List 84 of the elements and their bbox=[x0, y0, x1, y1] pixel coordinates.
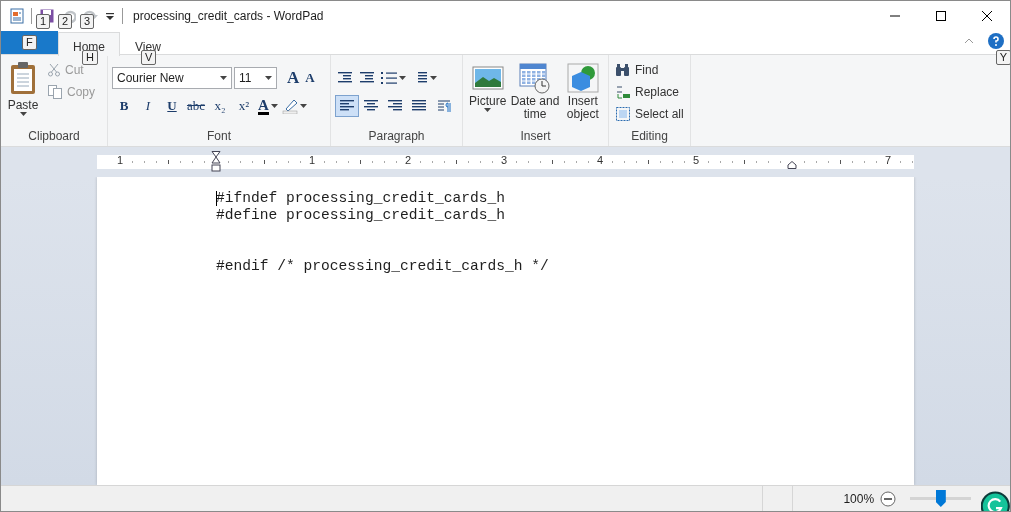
undo-button[interactable]: 2 bbox=[60, 5, 78, 27]
ruler-number: 7 bbox=[884, 154, 892, 166]
font-family-dropdown[interactable]: Courier New bbox=[112, 67, 232, 89]
text-line: #define processing_credit_cards_h bbox=[216, 207, 506, 224]
bold-button[interactable]: B bbox=[112, 95, 136, 117]
keytip: F bbox=[22, 35, 37, 50]
indent-marker[interactable] bbox=[211, 151, 221, 173]
find-button[interactable]: Find bbox=[613, 59, 686, 81]
replace-icon bbox=[615, 84, 631, 100]
keytip: Y bbox=[995, 50, 1010, 65]
maximize-icon bbox=[936, 11, 946, 21]
keytip: 1 bbox=[36, 14, 51, 29]
font-size-dropdown[interactable]: 11 bbox=[234, 67, 277, 89]
zoom-level: 100% bbox=[843, 491, 875, 506]
landscape-icon bbox=[471, 64, 504, 92]
wordpad-icon bbox=[9, 8, 25, 24]
keytip: H bbox=[82, 50, 98, 65]
group-label: Clipboard bbox=[27, 128, 81, 145]
shrink-font-button[interactable]: A bbox=[303, 70, 317, 86]
keytip: 2 bbox=[58, 14, 73, 29]
group-label: Font bbox=[206, 128, 232, 145]
caret-icon bbox=[299, 104, 307, 108]
decrease-indent-icon bbox=[337, 71, 353, 85]
ruler-number: 5 bbox=[692, 154, 700, 166]
ruler-number: 4 bbox=[596, 154, 604, 166]
select-all-icon bbox=[615, 106, 631, 122]
redo-button[interactable]: 3 bbox=[82, 5, 100, 27]
replace-button[interactable]: Replace bbox=[613, 81, 686, 103]
text-line: #endif /* processing_credit_cards_h */ bbox=[216, 258, 550, 275]
clipboard-icon bbox=[9, 61, 37, 95]
highlighter-icon bbox=[281, 98, 298, 114]
window-title: processing_credit_cards - WordPad bbox=[133, 9, 324, 23]
help-icon bbox=[988, 33, 1004, 49]
caret-icon bbox=[220, 76, 227, 80]
paste-button[interactable]: Paste bbox=[5, 59, 41, 128]
align-right-icon bbox=[387, 99, 403, 113]
sup-button[interactable]: x² bbox=[232, 95, 256, 117]
help-button[interactable] bbox=[988, 33, 1004, 49]
file-tab[interactable]: F bbox=[1, 31, 58, 54]
right-indent-marker[interactable] bbox=[787, 161, 797, 169]
justify-icon bbox=[411, 99, 427, 113]
scissors-icon bbox=[47, 63, 61, 77]
select-button[interactable]: Select all bbox=[613, 103, 686, 125]
align-center-icon bbox=[363, 99, 379, 113]
text-line: #ifndef processing_credit_cards_h bbox=[216, 190, 506, 207]
save-button[interactable]: 1 bbox=[38, 5, 56, 27]
group-label: Paragraph bbox=[367, 128, 426, 145]
sub-button[interactable]: x₂ bbox=[208, 95, 232, 117]
insert-button[interactable]: Picture bbox=[467, 59, 509, 128]
underline-button[interactable]: U bbox=[160, 95, 184, 117]
grow-font-button[interactable]: A bbox=[285, 68, 302, 88]
close-icon bbox=[982, 11, 992, 21]
caret-icon bbox=[484, 108, 492, 112]
font-color-button[interactable]: A bbox=[256, 95, 280, 117]
chevron-up-icon bbox=[964, 38, 974, 44]
strike-button[interactable]: abc bbox=[184, 95, 208, 117]
slider-thumb[interactable] bbox=[935, 490, 946, 507]
italic-button[interactable]: I bbox=[136, 95, 160, 117]
group-label: Editing bbox=[630, 128, 669, 145]
keytip: V bbox=[140, 50, 157, 65]
document-page[interactable]: #ifndef processing_credit_cards_h #define processing_credit_cards_h #endif /* processing_credit_cards_h */ bbox=[97, 177, 914, 485]
caret-icon bbox=[265, 76, 272, 80]
caret-icon bbox=[399, 76, 406, 80]
calendar-clock-icon bbox=[519, 62, 551, 94]
paragraph-icon bbox=[437, 99, 453, 113]
align-left-icon bbox=[339, 99, 355, 113]
insert-button[interactable]: Insert object bbox=[561, 59, 604, 128]
ruler-number: 3 bbox=[500, 154, 508, 166]
ruler-number: 1 bbox=[308, 154, 316, 166]
increase-indent-icon bbox=[359, 71, 375, 85]
group-label: Insert bbox=[519, 128, 552, 145]
align-button[interactable] bbox=[335, 95, 359, 117]
caret-icon bbox=[270, 104, 278, 108]
bullet-list-icon bbox=[381, 72, 397, 84]
caret-icon bbox=[19, 112, 27, 116]
insert-button[interactable]: Date and time bbox=[508, 59, 562, 128]
binoculars-icon bbox=[615, 63, 631, 77]
minus-circle-icon bbox=[880, 490, 897, 507]
keytip: 3 bbox=[80, 14, 95, 29]
dropdown-icon bbox=[106, 12, 114, 20]
ruler-number: 1 bbox=[116, 154, 124, 166]
ruler-number: 2 bbox=[404, 154, 412, 166]
caret-icon bbox=[430, 76, 437, 80]
copy-icon bbox=[47, 84, 63, 100]
